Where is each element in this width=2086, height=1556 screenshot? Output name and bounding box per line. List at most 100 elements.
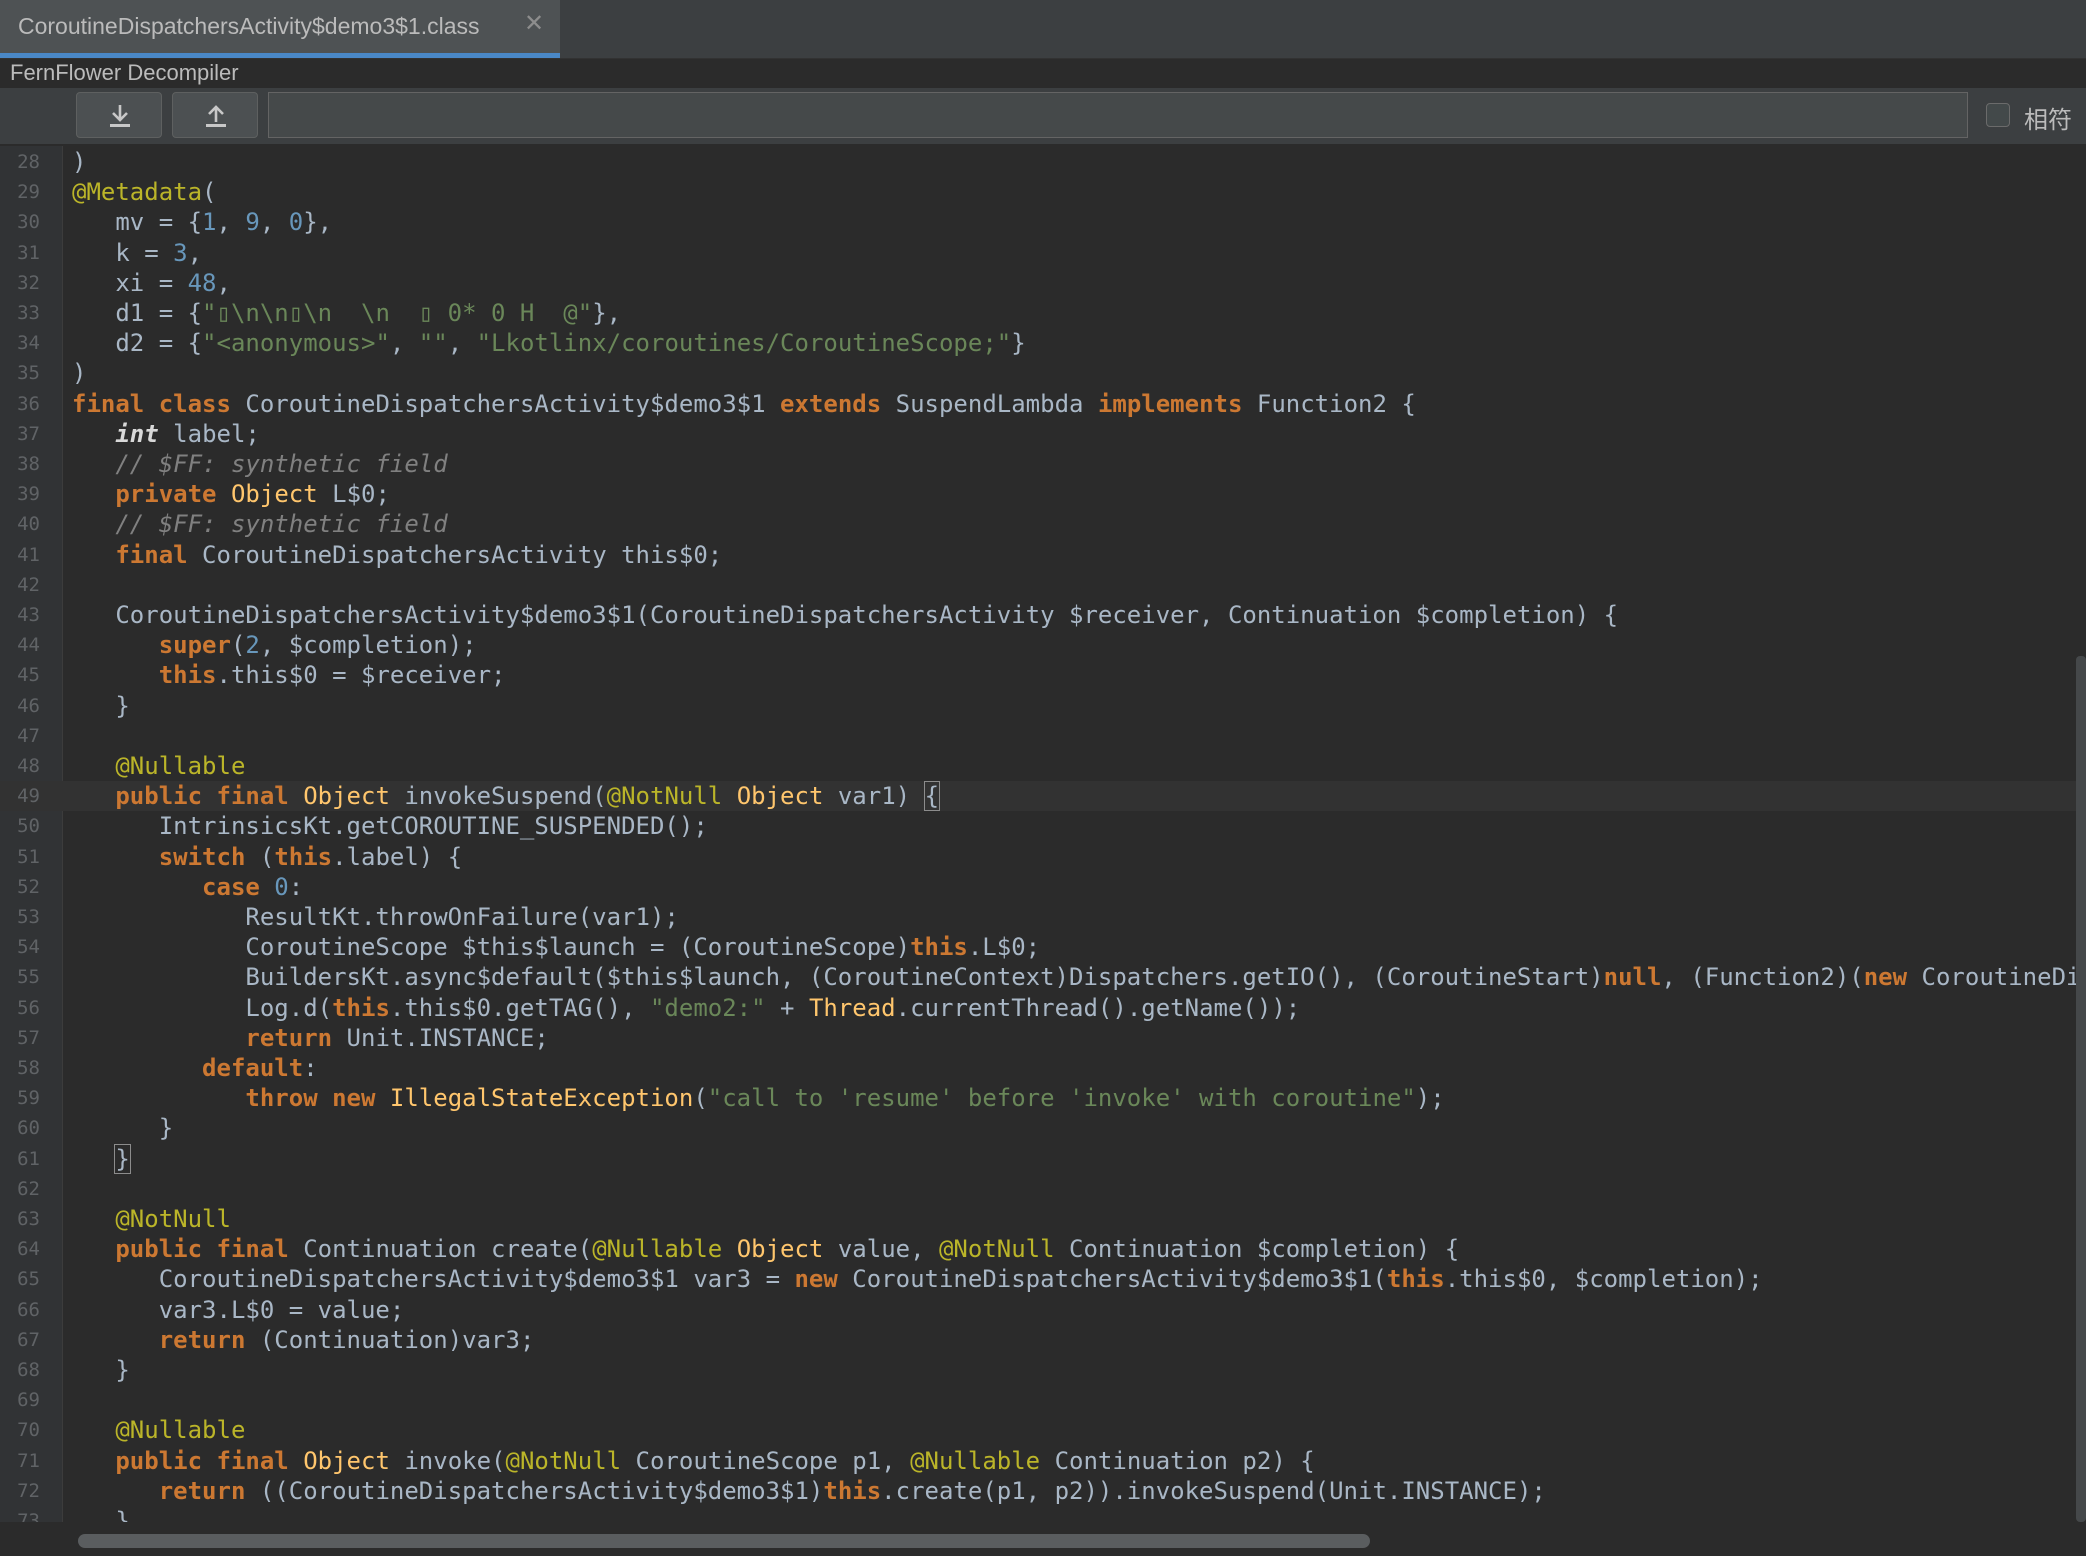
code-line: 62 — [0, 1174, 2076, 1204]
code-token: .label) { — [332, 842, 463, 871]
code-line: 44 super(2, $completion); — [0, 630, 2076, 660]
code-text: private Object L$0; — [72, 479, 390, 509]
code-line: 66 var3.L$0 = value; — [0, 1295, 2076, 1325]
line-number: 58 — [17, 1057, 40, 1079]
line-number: 63 — [17, 1208, 40, 1230]
line-number: 43 — [17, 604, 40, 626]
vertical-scrollbar[interactable] — [2076, 146, 2086, 1522]
line-number: 49 — [17, 785, 40, 808]
code-line: 53 ResultKt.throwOnFailure(var1); — [0, 902, 2076, 932]
line-number: 29 — [17, 181, 40, 204]
code-token: IllegalStateException — [389, 1084, 694, 1113]
code-token: Continuation p2) { — [1040, 1446, 1315, 1475]
code-token: Thread — [808, 993, 896, 1022]
code-line: 70 @Nullable — [0, 1415, 2076, 1445]
code-text: CoroutineDispatchersActivity$demo3$1 var… — [72, 1264, 1763, 1294]
code-token: .this$0, $completion); — [1444, 1265, 1763, 1294]
code-token: ) — [72, 359, 87, 388]
code-token: "demo2:" — [649, 993, 766, 1022]
code-line: 28) — [0, 147, 2076, 177]
line-number: 72 — [17, 1479, 40, 1502]
code-editor[interactable]: 28) 29 @Metadata(30 mv = {1, 9, 0}, 31 k = … — [0, 146, 2076, 1522]
code-token: this — [332, 993, 390, 1022]
code-token: public final — [115, 782, 289, 811]
code-token: this — [158, 661, 217, 690]
code-token: public final — [115, 1235, 289, 1264]
code-token: .this$0 = $receiver; — [216, 661, 506, 690]
code-text: } — [72, 691, 129, 721]
code-line: 72 return ((CoroutineDispatchersActivity… — [0, 1476, 2076, 1506]
search-input[interactable] — [268, 92, 1968, 138]
vertical-scroll-thumb[interactable] — [2076, 656, 2086, 1522]
code-line: 38 // $FF: synthetic field — [0, 449, 2076, 479]
line-number: 36 — [17, 392, 40, 415]
code-text: IntrinsicsKt.getCOROUTINE_SUSPENDED(); — [72, 811, 708, 841]
line-number: 32 — [17, 271, 40, 294]
code-token: int — [115, 419, 159, 448]
horizontal-scroll-thumb[interactable] — [78, 1534, 1370, 1548]
code-token: CoroutineDispat — [1921, 963, 2076, 992]
code-token: @Metadata — [72, 178, 203, 207]
line-number: 47 — [17, 724, 40, 747]
code-token: k = — [72, 238, 174, 267]
line-number: 60 — [17, 1117, 40, 1140]
code-token: mv = { — [72, 208, 203, 237]
code-token: , — [389, 329, 419, 358]
code-line: 37 int label; — [0, 419, 2076, 449]
code-line: 45 this.this$0 = $receiver; — [0, 660, 2076, 690]
code-line: 64 public final Continuation create(@Nul… — [0, 1234, 2076, 1264]
line-number: 39 — [17, 483, 40, 506]
code-token: // $FF: synthetic field — [115, 450, 448, 478]
code-token: 1 — [202, 208, 217, 237]
code-token: new — [794, 1265, 838, 1294]
match-checkbox[interactable] — [1986, 103, 2010, 127]
code-text: return ((CoroutineDispatchersActivity$de… — [72, 1476, 1546, 1506]
code-line: 54 CoroutineScope $this$launch = (Corout… — [0, 932, 2076, 962]
code-line: 57 return Unit.INSTANCE; — [0, 1023, 2076, 1053]
code-line: 73 } — [0, 1506, 2076, 1522]
code-text: } — [72, 1113, 173, 1143]
close-icon[interactable]: ✕ — [524, 12, 544, 36]
code-text: public final Object invokeSuspend(@NotNu… — [72, 781, 941, 812]
code-token: }, — [303, 208, 333, 237]
code-token: : — [288, 872, 304, 901]
code-token: d1 = { — [72, 299, 203, 327]
code-token: L$0; — [317, 480, 390, 509]
code-token: xi = — [72, 268, 188, 297]
download-button[interactable] — [76, 92, 162, 138]
code-token: , — [216, 268, 231, 297]
line-number: 64 — [17, 1238, 40, 1261]
code-text: case 0: — [72, 872, 303, 902]
file-tab[interactable]: CoroutineDispatchersActivity$demo3$1.cla… — [0, 0, 560, 58]
code-text: } — [72, 1355, 129, 1385]
code-line: 69 — [0, 1385, 2076, 1415]
code-token: Object — [736, 1235, 824, 1264]
line-number: 30 — [17, 211, 40, 234]
code-line: 42 — [0, 570, 2076, 600]
horizontal-scrollbar[interactable] — [0, 1526, 2086, 1556]
code-token: return — [245, 1023, 333, 1052]
line-number: 56 — [17, 996, 40, 1019]
code-text: mv = {1, 9, 0}, — [72, 207, 332, 237]
code-line: 46 } — [0, 691, 2076, 721]
line-number: 66 — [17, 1298, 40, 1321]
code-token: .create(p1, p2)).invokeSuspend(Unit.INST… — [881, 1476, 1546, 1505]
code-token: .L$0; — [967, 933, 1041, 962]
code-token: d2 = { — [72, 329, 203, 358]
upload-button[interactable] — [172, 92, 258, 138]
code-text: int label; — [72, 419, 260, 449]
code-text: } — [72, 1143, 131, 1174]
code-token: case — [202, 872, 260, 901]
code-token: default — [202, 1054, 304, 1082]
code-text: xi = 48, — [72, 268, 231, 298]
